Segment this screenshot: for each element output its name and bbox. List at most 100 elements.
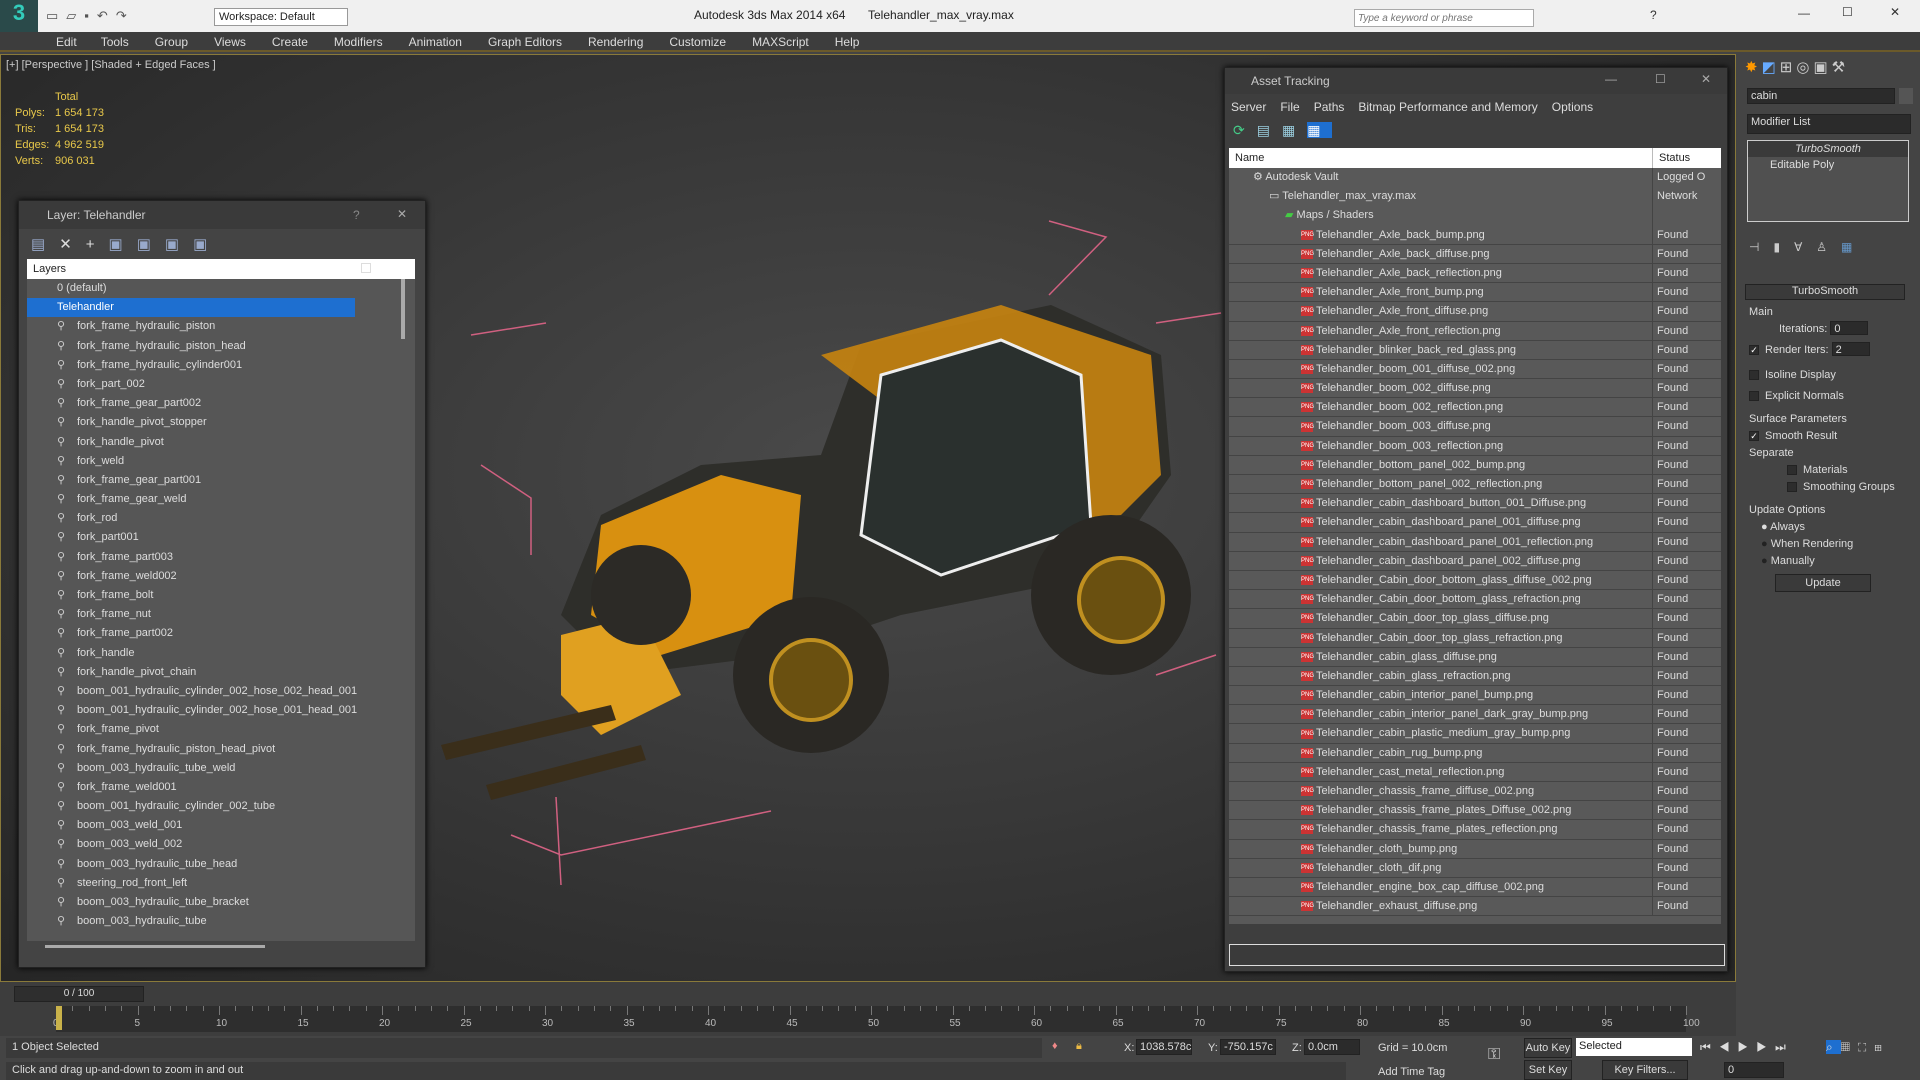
time-slider[interactable]: 0 / 100	[14, 986, 144, 1002]
grid-view-icon[interactable]: ▦	[1307, 122, 1333, 138]
key-filters-button[interactable]: Key Filters...	[1602, 1060, 1688, 1080]
hierarchy-tab-icon[interactable]: ⊞	[1780, 58, 1793, 76]
key-mode-dropdown[interactable]: Selected	[1576, 1038, 1692, 1056]
manually-radio[interactable]: ●	[1761, 555, 1768, 567]
open-icon[interactable]: ▱	[66, 8, 84, 23]
layer-object-item[interactable]: ⚲ boom_003_hydraulic_tube_bracket	[27, 893, 415, 912]
z-coordinate-field[interactable]: 0.0cm	[1304, 1039, 1360, 1055]
stack-item-turbosmooth[interactable]: TurboSmooth	[1748, 141, 1908, 157]
asset-row[interactable]: PNG Telehandler_boom_002_reflection.png Fo…	[1229, 398, 1721, 418]
prev-frame-icon[interactable]: ◀	[1719, 1040, 1738, 1054]
asset-path-field[interactable]	[1229, 944, 1725, 966]
remove-modifier-icon[interactable]: ♙	[1816, 240, 1841, 254]
minimize-button[interactable]: —	[1798, 6, 1810, 20]
modify-tab-icon[interactable]: ◩	[1762, 58, 1776, 76]
set-key-button[interactable]: Set Key	[1524, 1060, 1572, 1080]
layer-object-item[interactable]: ⚲ boom_003_weld_002	[27, 835, 415, 854]
refresh-icon[interactable]: ⟳	[1233, 122, 1257, 138]
layer-object-item[interactable]: ⚲ fork_frame_hydraulic_piston_head	[27, 337, 415, 356]
utilities-tab-icon[interactable]: ⚒	[1832, 58, 1845, 76]
y-coordinate-field[interactable]: -750.157c	[1220, 1039, 1276, 1055]
isolate-icon[interactable]: ♦	[1052, 1040, 1058, 1052]
list-view-icon[interactable]: ▤	[1257, 122, 1282, 138]
layer-object-item[interactable]: ⚲ fork_frame_part003	[27, 548, 415, 567]
layer-object-item[interactable]: ⚲ boom_001_hydraulic_cylinder_002_tube	[27, 797, 415, 816]
asset-row[interactable]: PNG Telehandler_cast_metal_reflection.png…	[1229, 762, 1721, 782]
asset-row[interactable]: PNG Telehandler_cabin_dashboard_button_00…	[1229, 494, 1721, 514]
asset-row[interactable]: PNG Telehandler_Cabin_door_top_glass_diff…	[1229, 609, 1721, 629]
close-button[interactable]: ✕	[1890, 5, 1900, 19]
asset-menu-item[interactable]: Bitmap Performance and Memory	[1358, 100, 1537, 114]
menu-rendering[interactable]: Rendering	[588, 32, 643, 52]
asset-row[interactable]: PNG Telehandler_boom_001_diffuse_002.png F…	[1229, 359, 1721, 380]
turbosmooth-rollout-header[interactable]: TurboSmooth	[1745, 284, 1905, 300]
minimize-button[interactable]: —	[1605, 72, 1617, 86]
menu-help[interactable]: Help	[835, 32, 860, 52]
layer-object-item[interactable]: ⚲ fork_frame_nut	[27, 605, 415, 624]
asset-row[interactable]: PNG Telehandler_cabin_glass_refraction.pn…	[1229, 666, 1721, 687]
asset-window-title[interactable]: Asset Tracking	[1225, 68, 1727, 94]
asset-row-file[interactable]: ▭ Telehandler_max_vray.max Network	[1229, 187, 1721, 207]
go-to-start-icon[interactable]: ⏮	[1700, 1040, 1719, 1054]
auto-key-button[interactable]: Auto Key	[1524, 1038, 1572, 1058]
layer-window-title[interactable]: Layer: Telehandler	[19, 201, 425, 229]
smoothing-groups-checkbox[interactable]	[1787, 482, 1797, 493]
close-icon[interactable]: ✕	[1701, 72, 1711, 86]
render-iters-checkbox[interactable]: ✓	[1749, 345, 1759, 356]
layer-object-item[interactable]: ⚲ fork_frame_bolt	[27, 586, 415, 605]
show-end-result-icon[interactable]: ▮	[1773, 240, 1794, 254]
menu-customize[interactable]: Customize	[669, 32, 726, 52]
layer-object-item[interactable]: ⚲ fork_handle_pivot	[27, 433, 415, 452]
add-time-tag-button[interactable]: Add Time Tag	[1378, 1066, 1445, 1078]
asset-row[interactable]: PNG Telehandler_cloth_bump.png Found	[1229, 839, 1721, 859]
horizontal-scrollbar[interactable]	[45, 945, 265, 948]
layer-object-item[interactable]: ⚲ fork_frame_hydraulic_piston_head_pivot	[27, 740, 415, 759]
maximize-viewport-icon[interactable]: ⊞	[1874, 1040, 1890, 1054]
asset-menu-item[interactable]: File	[1280, 100, 1299, 114]
menu-views[interactable]: Views	[214, 32, 246, 52]
menu-animation[interactable]: Animation	[409, 32, 462, 52]
layer-object-item[interactable]: ⚲ boom_003_hydraulic_tube_head	[27, 855, 415, 874]
asset-row[interactable]: PNG Telehandler_cabin_dashboard_panel_002…	[1229, 551, 1721, 571]
asset-row[interactable]: PNG Telehandler_Axle_back_bump.png Found	[1229, 225, 1721, 245]
asset-row[interactable]: PNG Telehandler_exhaust_diffuse.png Found	[1229, 897, 1721, 917]
always-radio[interactable]: ●	[1761, 521, 1768, 533]
layer-object-item[interactable]: ⚲ fork_frame_gear_part002	[27, 394, 415, 413]
asset-row[interactable]: PNG Telehandler_bottom_panel_002_bump.png…	[1229, 455, 1721, 475]
hide-all-icon[interactable]: ▣	[165, 236, 193, 253]
asset-row[interactable]: PNG Telehandler_Axle_back_reflection.png F…	[1229, 263, 1721, 284]
asset-row[interactable]: PNG Telehandler_bottom_panel_002_reflecti…	[1229, 475, 1721, 495]
add-to-layer-icon[interactable]: +	[86, 236, 109, 253]
layer-object-item[interactable]: ⚲ fork_frame_hydraulic_piston	[27, 317, 415, 336]
object-name-field[interactable]: cabin	[1747, 88, 1895, 104]
layer-default[interactable]: 0 (default)	[27, 263, 415, 298]
asset-row[interactable]: PNG Telehandler_Axle_front_bump.png Found	[1229, 283, 1721, 303]
asset-row[interactable]: PNG Telehandler_cabin_dashboard_panel_001…	[1229, 532, 1721, 552]
save-icon[interactable]: ▪	[84, 8, 97, 23]
asset-row[interactable]: PNG Telehandler_blinker_back_red_glass.pn…	[1229, 340, 1721, 360]
asset-row[interactable]: PNG Telehandler_boom_003_reflection.png Fo…	[1229, 436, 1721, 456]
asset-menu-item[interactable]: Server	[1231, 100, 1266, 114]
asset-row[interactable]: PNG Telehandler_chassis_frame_plates_Diff…	[1229, 801, 1721, 821]
layers-column-header[interactable]: Layers	[27, 259, 415, 279]
modifier-list-dropdown[interactable]: Modifier List	[1747, 114, 1911, 134]
delete-layer-icon[interactable]: ✕	[59, 236, 86, 253]
object-color-swatch[interactable]	[1899, 88, 1913, 104]
current-frame-field[interactable]: 0	[1724, 1062, 1784, 1078]
layer-object-item[interactable]: ⚲ fork_handle	[27, 644, 415, 663]
asset-row[interactable]: PNG Telehandler_cloth_dif.png Found	[1229, 858, 1721, 878]
when-rendering-radio[interactable]: ●	[1761, 538, 1768, 550]
materials-checkbox[interactable]	[1787, 465, 1797, 476]
asset-row[interactable]: PNG Telehandler_chassis_frame_plates_refl…	[1229, 820, 1721, 840]
redo-icon[interactable]: ↷	[116, 8, 135, 23]
layer-object-item[interactable]: ⚲ fork_frame_part002	[27, 624, 415, 643]
layer-object-item[interactable]: ⚲ fork_frame_hydraulic_cylinder001	[27, 356, 415, 375]
asset-row[interactable]: PNG Telehandler_engine_box_cap_diffuse_00…	[1229, 877, 1721, 898]
asset-row[interactable]: PNG Telehandler_Axle_front_reflection.png…	[1229, 321, 1721, 341]
asset-row-vault[interactable]: ⚙ Autodesk Vault Logged O	[1229, 168, 1721, 188]
asset-row[interactable]: PNG Telehandler_Axle_back_diffuse.png Foun…	[1229, 244, 1721, 264]
layer-object-item[interactable]: ⚲ fork_part001	[27, 528, 415, 547]
close-icon[interactable]: ✕	[397, 207, 407, 221]
layer-object-item[interactable]: ⚲ fork_frame_pivot	[27, 720, 415, 739]
asset-row[interactable]: PNG Telehandler_cabin_rug_bump.png Found	[1229, 743, 1721, 763]
